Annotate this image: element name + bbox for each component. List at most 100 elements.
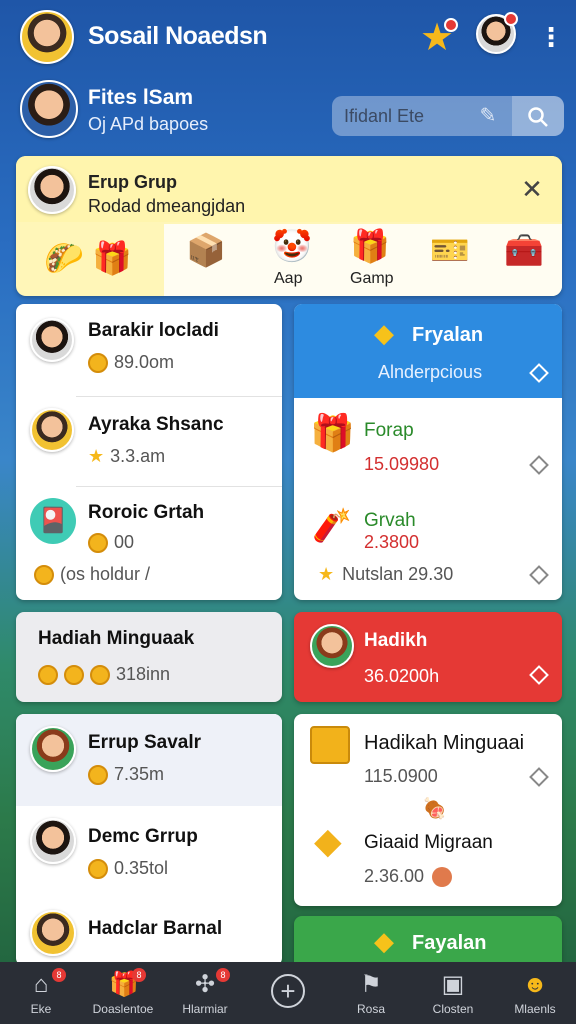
gift-box-icon	[310, 726, 350, 764]
item-title[interactable]: Giaaid Migraan	[364, 832, 493, 854]
meat-icon: 🍖	[422, 798, 447, 820]
nav-add[interactable]: +	[247, 962, 329, 1024]
app-avatar[interactable]	[20, 10, 74, 64]
contact-avatar[interactable]	[30, 318, 74, 362]
nav-card[interactable]: ▣ Closten	[412, 962, 494, 1024]
search-button[interactable]	[512, 96, 564, 136]
card-pack-icon[interactable]: 🎫	[430, 232, 470, 268]
coin-icon	[90, 665, 110, 686]
group-subtitle: Rodad dmeangjdan	[88, 196, 246, 216]
chevron-icon[interactable]	[529, 665, 549, 685]
contact-avatar[interactable]	[30, 408, 74, 452]
close-icon[interactable]: ✕	[518, 174, 546, 205]
edit-icon[interactable]: ✎	[476, 104, 500, 128]
item-value: 2.36.00	[364, 866, 453, 888]
hadiah-title: Hadiah Minguaak	[38, 628, 195, 649]
hadikah-value: 115.0900	[364, 766, 438, 786]
contact-meta: ★ 3.3.am	[88, 446, 166, 466]
hadikah-title[interactable]: Hadikah Minguaai	[364, 732, 524, 755]
item-value: 2.3800	[364, 532, 420, 552]
nav-label: Mlaenls	[514, 1002, 556, 1016]
hadikh-title: Hadikh	[364, 630, 428, 651]
contact-meta: 89.0om	[88, 352, 174, 374]
contact-meta: 00	[88, 532, 134, 554]
flag-icon: ⚑	[360, 971, 382, 998]
gift-bag-icon[interactable]: 🎁	[92, 240, 132, 276]
coin-icon	[88, 765, 108, 786]
group-avatar[interactable]	[30, 726, 76, 772]
group-list-card: Errup Savalr 7.35m Demc Grrup 0.35tol Ha…	[16, 714, 282, 966]
footer-meta: ★ Nutslan 29.30	[318, 564, 454, 584]
hadikh-avatar	[310, 624, 354, 668]
group-title: Erup Grup	[88, 172, 177, 192]
bottom-nav: ⌂ Eke 8 🎁 Doaslentoe 8 ✣ Hlarmiar 8 + ⚑ …	[0, 962, 576, 1024]
card-icon: ▣	[441, 971, 465, 998]
app-title: Sosail Noaedsn	[88, 22, 268, 50]
nav-label: Hlarmiar	[182, 1002, 228, 1016]
group-meta: 0.35tol	[88, 858, 168, 880]
nav-profile[interactable]: ☻ Mlaenls	[494, 962, 576, 1024]
star-icon: ★	[318, 564, 335, 584]
contact-title[interactable]: Barakir locladi	[88, 320, 219, 342]
item-title[interactable]: Forap	[364, 420, 414, 442]
character-icon[interactable]: 🤡	[272, 228, 312, 264]
hadiah-meta: 318inn	[38, 664, 170, 686]
group-avatar[interactable]	[30, 910, 76, 956]
home-icon: ⌂	[33, 971, 49, 998]
chevron-icon[interactable]	[529, 565, 549, 585]
group-title[interactable]: Errup Savalr	[88, 732, 201, 754]
coin-icon	[34, 565, 54, 586]
taco-icon[interactable]: 🌮	[44, 240, 84, 276]
nav-puzzle[interactable]: ✣ Hlarmiar 8	[164, 962, 246, 1024]
gift-box-icon[interactable]: 📦	[186, 232, 226, 268]
hadikah-card: Hadikah Minguaai 115.0900 🍖 ◆ Giaaid Mig…	[294, 714, 562, 906]
group-title[interactable]: Hadclar Barnal	[88, 918, 222, 940]
hadiah-card[interactable]: Hadiah Minguaak 318inn	[16, 612, 282, 702]
gem-icon: ◆	[374, 926, 394, 956]
group-avatar	[28, 166, 76, 214]
chevron-icon[interactable]	[529, 767, 549, 787]
search-icon	[528, 107, 548, 128]
nav-label: Rosa	[356, 1002, 385, 1016]
fayalan-title: Fayalan	[412, 932, 487, 954]
search-bar: ✎	[332, 96, 564, 136]
search-input[interactable]	[344, 105, 464, 127]
ball-icon	[432, 867, 453, 888]
nav-badge: 8	[216, 968, 230, 982]
game-icon[interactable]: 🎴	[30, 498, 76, 544]
group-meta: 7.35m	[88, 764, 164, 786]
group-title[interactable]: Demc Grrup	[88, 826, 198, 848]
group-card[interactable]: Erup Grup Rodad dmeangjdan ✕ 🌮 🎁 📦 🤡 Aap…	[16, 156, 562, 296]
gift-icon: 🎁	[310, 412, 355, 453]
present-icon[interactable]: 🎁	[350, 228, 390, 264]
nav-home[interactable]: ⌂ Eke 8	[0, 962, 82, 1024]
gift-label-aap: Aap	[274, 270, 303, 287]
notification-badge	[444, 18, 458, 32]
coin-icon	[88, 353, 108, 374]
nav-badge: 8	[52, 968, 66, 982]
nav-flag[interactable]: ⚑ Rosa	[330, 962, 412, 1024]
profile-subtitle: Oj APd bapoes	[88, 114, 209, 134]
coin-icon	[88, 859, 108, 880]
puzzle-icon: ✣	[194, 971, 216, 998]
footer-meta: (os holdur /	[34, 564, 150, 586]
user-badge	[504, 12, 518, 26]
smile-icon: ☻	[522, 971, 548, 998]
chevron-icon[interactable]	[529, 455, 549, 475]
nav-gifts[interactable]: 🎁 Doaslentoe 8	[82, 962, 164, 1024]
nav-badge: 8	[132, 968, 146, 982]
contact-title[interactable]: Roroic Grtah	[88, 502, 204, 524]
plus-circle-icon: +	[271, 974, 305, 1008]
gem-icon: ◆	[374, 318, 394, 348]
profile-name: Fites lSam	[88, 86, 194, 109]
fryalan-title: Fryalan	[412, 324, 484, 346]
contact-title[interactable]: Ayraka Shsanc	[88, 414, 224, 436]
treasure-icon[interactable]: 🧰	[504, 232, 544, 268]
more-menu-icon[interactable]: ⋮	[538, 22, 564, 52]
profile-avatar[interactable]	[20, 80, 78, 138]
gem-icon: ◆	[314, 820, 342, 861]
group-avatar[interactable]	[30, 818, 76, 864]
hadikh-value: 36.0200h	[364, 666, 440, 686]
hadikh-card[interactable]: Hadikh 36.0200h	[294, 612, 562, 702]
item-title[interactable]: Grvah	[364, 510, 416, 532]
